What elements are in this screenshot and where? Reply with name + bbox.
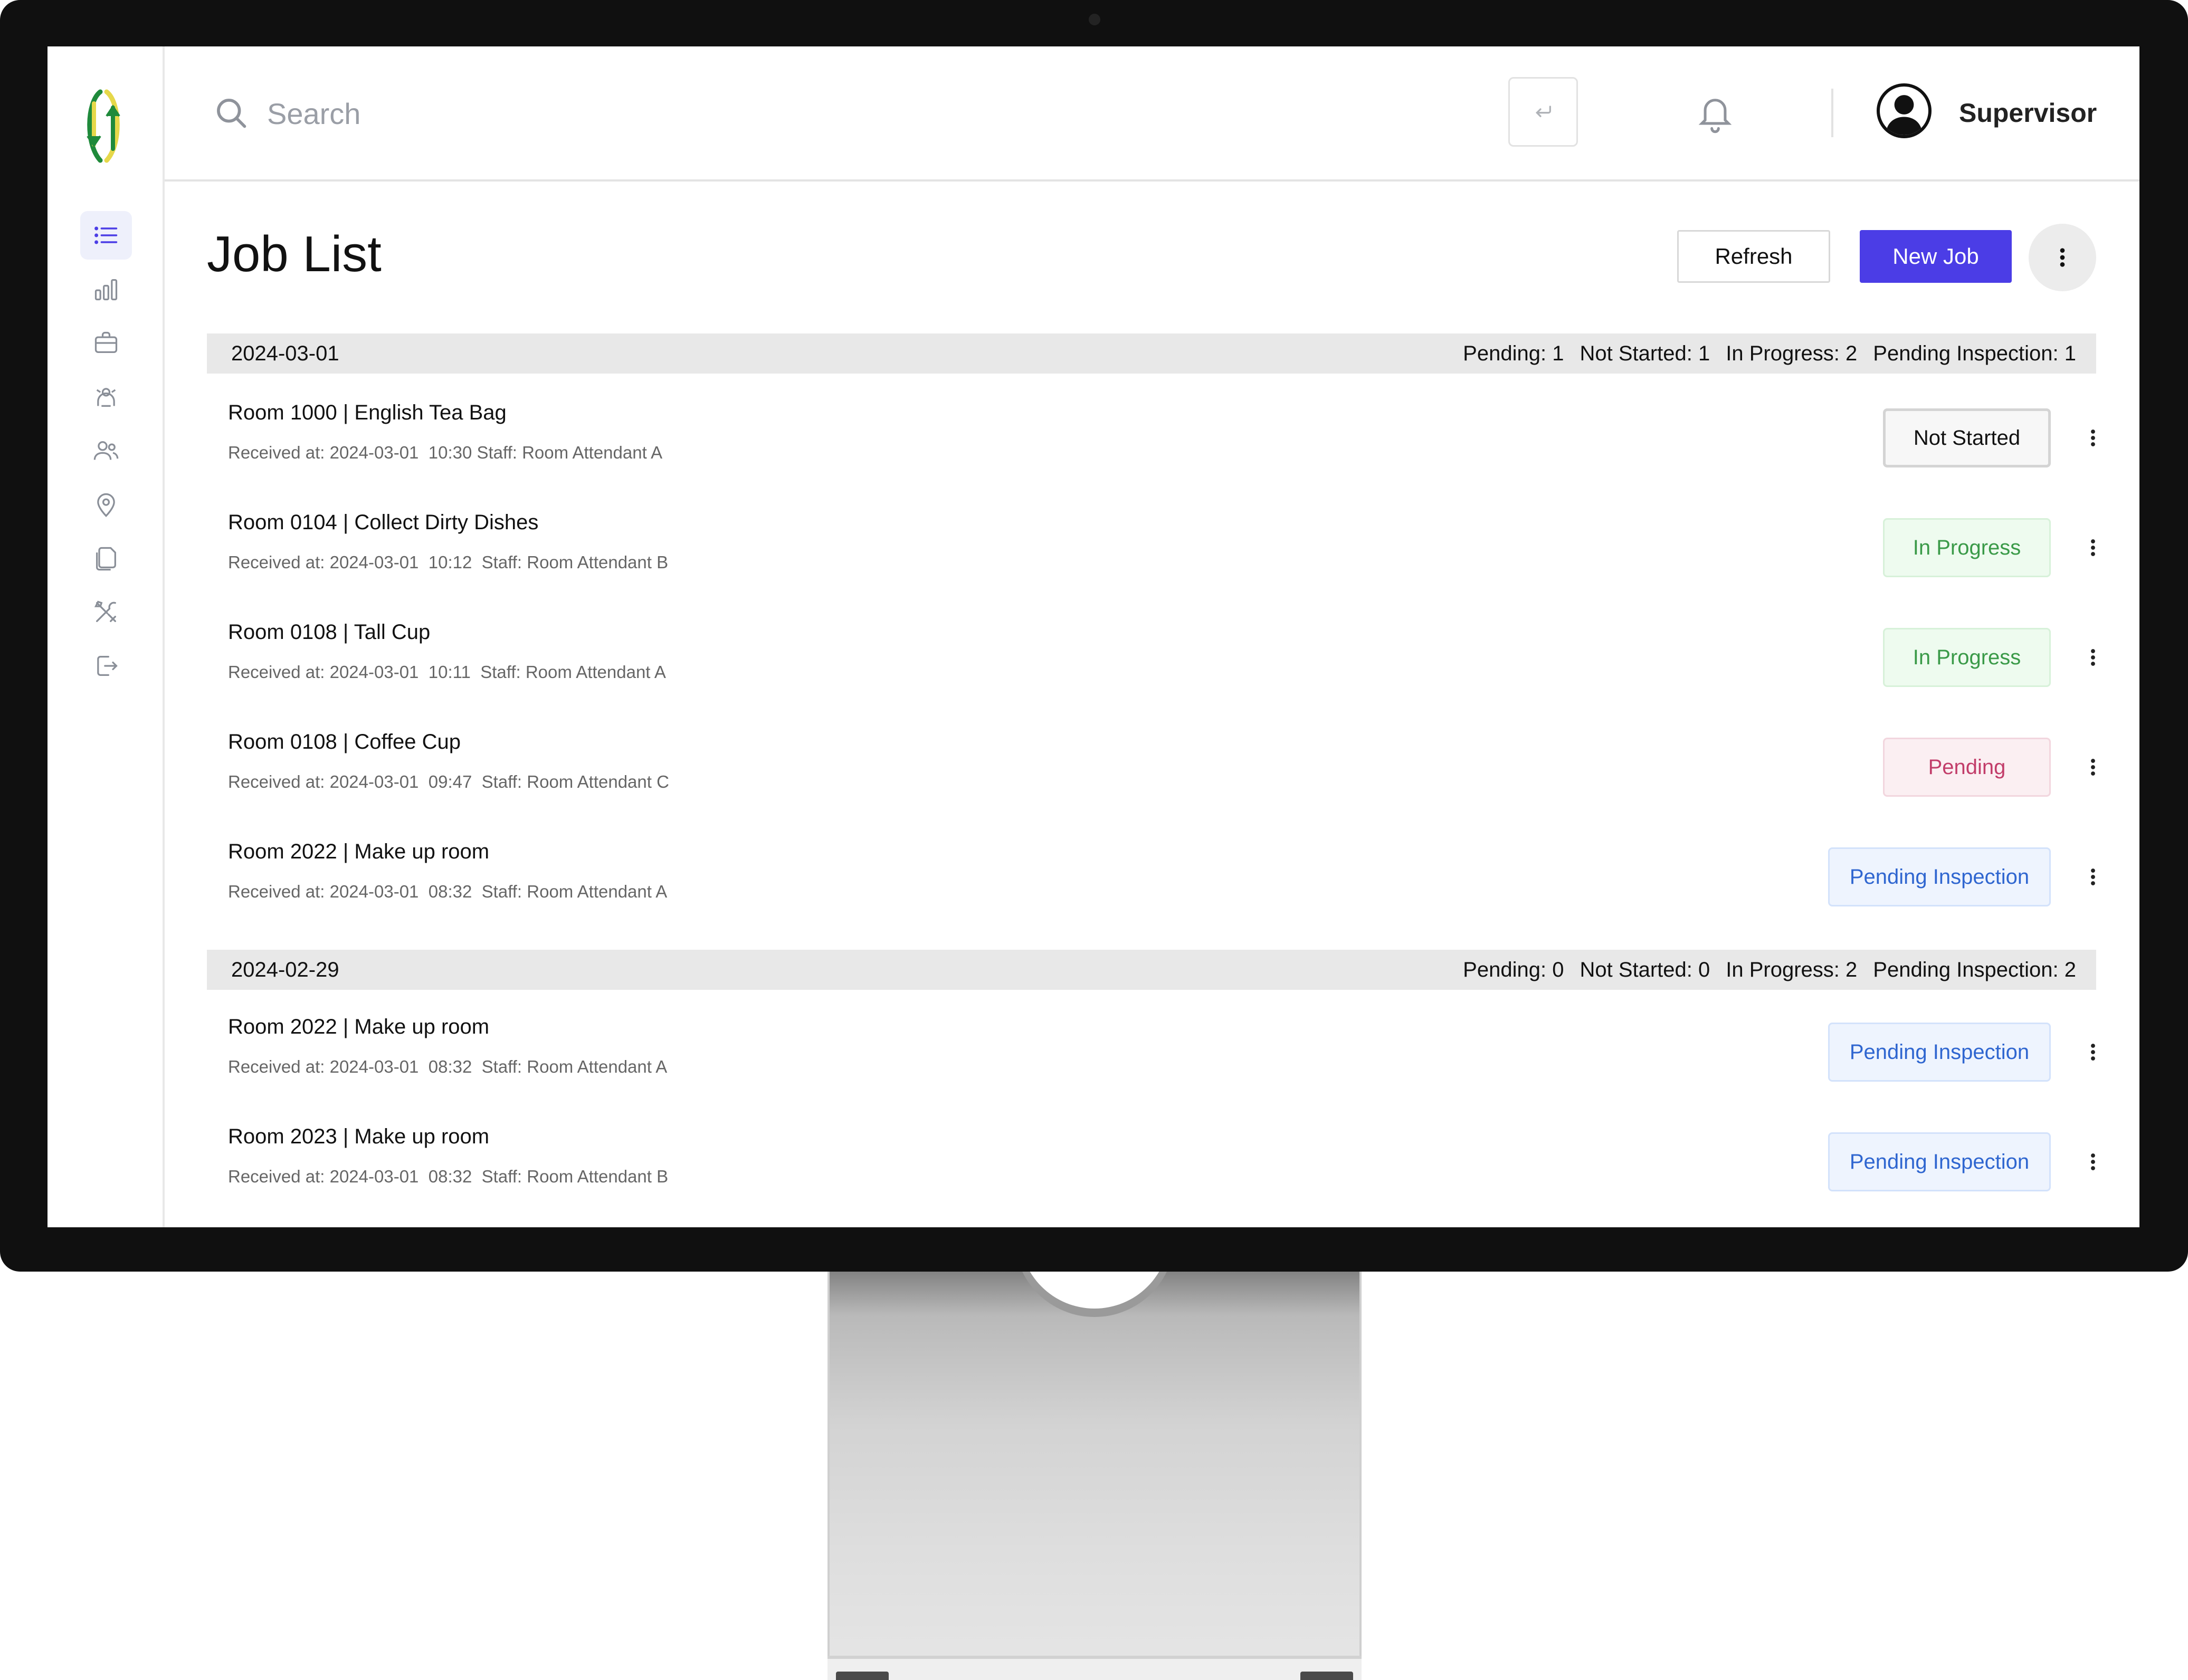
app-logo: [87, 89, 120, 163]
job-row[interactable]: Room 1000 | English Tea Bag Received at:…: [207, 384, 2096, 494]
job-meta: Received at: 2024-03-01 09:47 Staff: Roo…: [228, 772, 669, 791]
app-screen: Supervisor Job List Refresh New Job 2024…: [47, 46, 2139, 1227]
camera-icon: [1089, 14, 1100, 25]
search-icon: [217, 99, 246, 128]
monitor-stand-base: [827, 1656, 1362, 1680]
avatar[interactable]: [1877, 83, 1932, 138]
sidebar-item-staff[interactable]: [80, 426, 132, 475]
status-badge[interactable]: Pending Inspection: [1828, 1023, 2051, 1082]
stat-pending-inspection: Pending Inspection: 1: [1873, 341, 2076, 365]
status-badge[interactable]: Pending Inspection: [1828, 847, 2051, 906]
documents-icon: [96, 547, 116, 571]
enter-icon: [1535, 106, 1551, 117]
more-vertical-icon: [2091, 539, 2095, 556]
sidebar-item-logout[interactable]: [80, 642, 132, 690]
monitor-stand: [827, 1256, 1362, 1680]
job-row[interactable]: Room 0108 | Tall Cup Received at: 2024-0…: [207, 604, 2096, 713]
job-meta: Received at: 2024-03-01 08:32 Staff: Roo…: [228, 1167, 669, 1186]
row-more-button[interactable]: [2077, 1146, 2109, 1178]
stat-not-started: Not Started: 0: [1580, 958, 1710, 981]
row-more-button[interactable]: [2077, 751, 2109, 783]
new-job-button[interactable]: New Job: [1860, 230, 2012, 283]
job-title: Room 2022 | Make up room: [228, 840, 490, 863]
briefcase-icon: [94, 331, 118, 353]
stat-in-progress: In Progress: 2: [1726, 341, 1858, 365]
job-title: Room 2022 | Make up room: [228, 1015, 490, 1038]
job-title: Room 2023 | Make up room: [228, 1125, 490, 1148]
more-vertical-icon: [2060, 248, 2065, 267]
sidebar-item-settings[interactable]: [80, 588, 132, 636]
enter-button[interactable]: [1508, 77, 1578, 147]
stat-pending: Pending: 1: [1463, 341, 1564, 365]
notification-bell-icon[interactable]: [1695, 92, 1735, 135]
job-title: Room 1000 | English Tea Bag: [228, 401, 507, 424]
job-meta: Received at: 2024-03-01 10:11 Staff: Roo…: [228, 662, 666, 682]
list-icon: [94, 226, 118, 244]
group-date: 2024-02-29: [231, 958, 339, 981]
stat-pending: Pending: 0: [1463, 958, 1564, 981]
row-more-button[interactable]: [2077, 861, 2109, 893]
job-row[interactable]: Room 2022 | Make up room Received at: 20…: [207, 823, 2096, 933]
job-title: Room 0108 | Coffee Cup: [228, 730, 461, 753]
room-service-icon: [96, 388, 116, 407]
stat-in-progress: In Progress: 2: [1726, 958, 1858, 981]
refresh-button[interactable]: Refresh: [1677, 230, 1830, 283]
stat-not-started: Not Started: 1: [1580, 341, 1710, 365]
users-icon: [93, 441, 119, 460]
job-row[interactable]: Room 0104 | Collect Dirty Dishes Receive…: [207, 494, 2096, 604]
group-date: 2024-03-01: [231, 341, 339, 365]
row-more-button[interactable]: [2077, 532, 2109, 564]
job-row[interactable]: Room 2022 | Make up room Received at: 20…: [207, 998, 2096, 1108]
job-meta: Received at: 2024-03-01 08:32 Staff: Roo…: [228, 1057, 668, 1076]
page-more-button[interactable]: [2029, 224, 2096, 291]
job-meta: Received at: 2024-03-01 10:12 Staff: Roo…: [228, 552, 669, 572]
logout-icon: [97, 656, 118, 676]
sidebar-item-reports[interactable]: [80, 265, 132, 313]
status-badge[interactable]: Pending Inspection: [1828, 1132, 2051, 1191]
more-vertical-icon: [2091, 868, 2095, 885]
more-vertical-icon: [2091, 1153, 2095, 1170]
job-title: Room 0104 | Collect Dirty Dishes: [228, 511, 539, 534]
sidebar-item-services[interactable]: [80, 373, 132, 421]
status-badge[interactable]: Pending: [1883, 738, 2051, 797]
status-badge[interactable]: In Progress: [1883, 518, 2051, 577]
job-meta: Received at: 2024-03-01 08:32 Staff: Roo…: [228, 882, 668, 901]
tools-icon: [94, 600, 116, 622]
date-group-header: 2024-03-01 Pending: 1 Not Started: 1 In …: [207, 333, 2096, 374]
status-badge[interactable]: In Progress: [1883, 628, 2051, 687]
sidebar-item-job-list[interactable]: [80, 211, 132, 260]
stat-pending-inspection: Pending Inspection: 2: [1873, 958, 2076, 981]
sidebar-item-documents[interactable]: [80, 534, 132, 583]
sidebar-item-locations[interactable]: [80, 480, 132, 529]
monitor-bezel: Supervisor Job List Refresh New Job 2024…: [0, 0, 2188, 1272]
location-pin-icon: [97, 493, 115, 517]
page-title: Job List: [207, 226, 382, 282]
more-vertical-icon: [2091, 429, 2095, 446]
job-row[interactable]: Room 0108 | Coffee Cup Received at: 2024…: [207, 713, 2096, 823]
row-more-button[interactable]: [2077, 1036, 2109, 1068]
job-row[interactable]: Room 2023 | Make up room Received at: 20…: [207, 1108, 2096, 1218]
sidebar: [47, 46, 165, 1227]
monitor-foot-left: [836, 1672, 889, 1680]
sidebar-item-jobs[interactable]: [80, 319, 132, 367]
date-group-header: 2024-02-29 Pending: 0 Not Started: 0 In …: [207, 950, 2096, 990]
bar-chart-icon: [94, 279, 118, 301]
row-more-button[interactable]: [2077, 422, 2109, 454]
monitor-foot-right: [1300, 1672, 1353, 1680]
more-vertical-icon: [2091, 759, 2095, 776]
top-header: Supervisor: [165, 46, 2139, 182]
more-vertical-icon: [2091, 1044, 2095, 1061]
job-meta: Received at: 2024-03-01 10:30 Staff: Roo…: [228, 443, 663, 462]
group-stats: Pending: 0 Not Started: 0 In Progress: 2…: [1463, 958, 2076, 982]
row-more-button[interactable]: [2077, 642, 2109, 673]
user-silhouette-icon: [1886, 95, 1923, 135]
more-vertical-icon: [2091, 649, 2095, 666]
group-stats: Pending: 1 Not Started: 1 In Progress: 2…: [1463, 342, 2076, 366]
status-badge[interactable]: Not Started: [1883, 408, 2051, 467]
job-title: Room 0108 | Tall Cup: [228, 621, 431, 644]
user-name[interactable]: Supervisor: [1959, 96, 2097, 130]
search-input[interactable]: [267, 91, 1006, 136]
header-divider: [1831, 89, 1833, 137]
